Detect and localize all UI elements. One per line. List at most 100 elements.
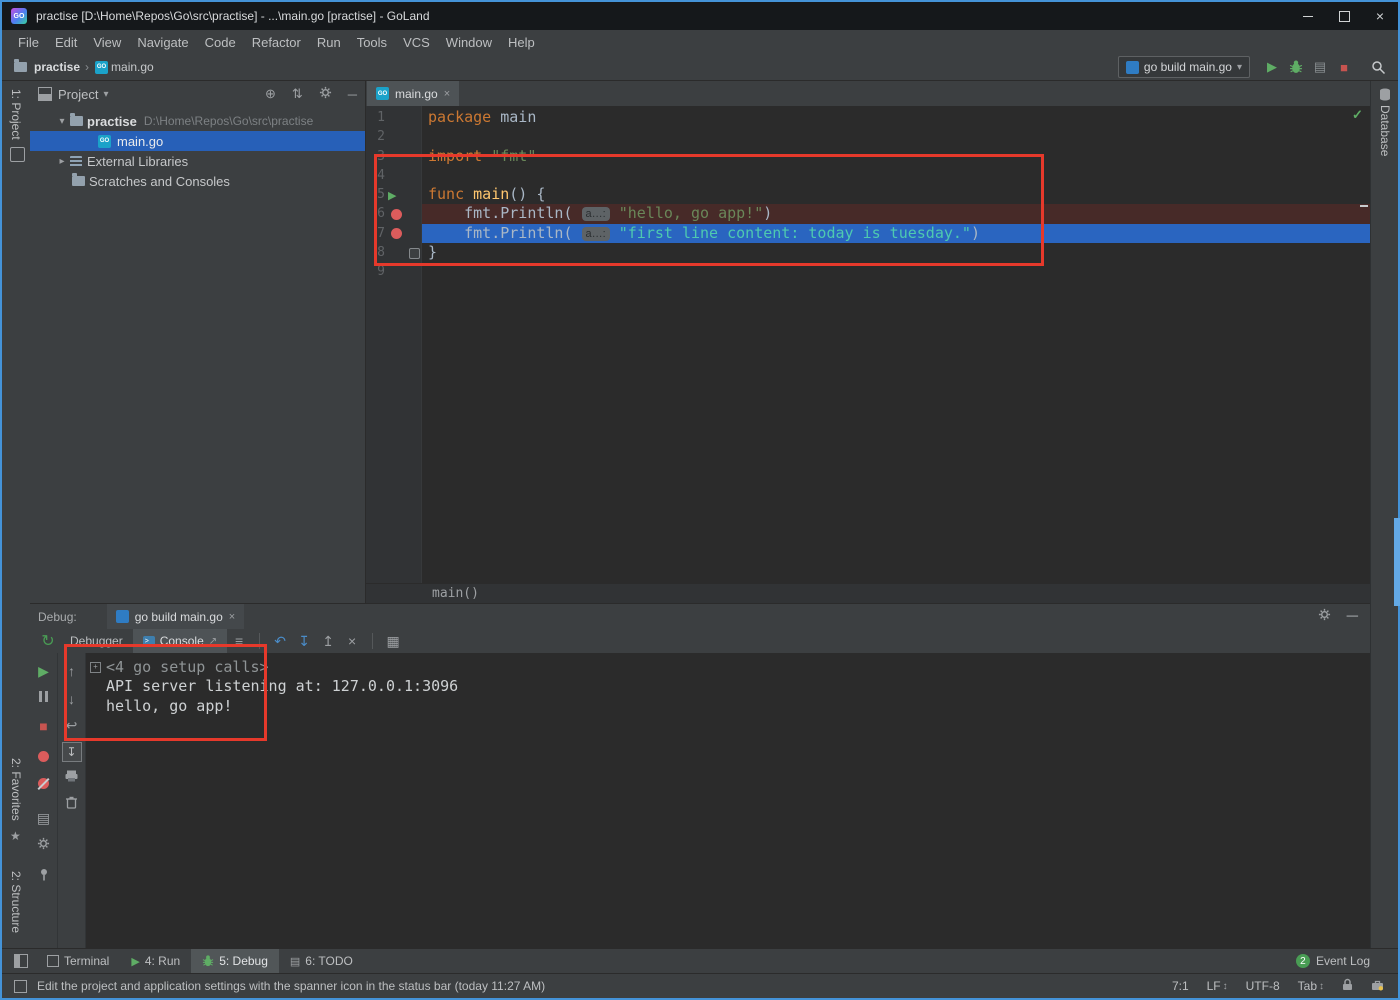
code-line-2[interactable] <box>422 127 1370 146</box>
breadcrumb-file[interactable]: main.go <box>111 60 154 74</box>
inspections-ok-icon[interactable]: ✓ <box>1352 107 1363 123</box>
lock-icon[interactable] <box>1342 978 1353 994</box>
debug-button[interactable] <box>1284 55 1308 79</box>
toolwindow-terminal[interactable]: Terminal <box>36 949 120 973</box>
rerun-icon[interactable]: ↻ <box>36 631 60 651</box>
tree-item-root[interactable]: ▾ practise D:\Home\Repos\Go\src\practise <box>30 111 365 131</box>
menu-help[interactable]: Help <box>500 35 543 50</box>
code-line-6[interactable]: fmt.Println( a…: "hello, go app!") <box>422 204 1370 223</box>
coverage-button[interactable]: ▤ <box>1308 55 1332 79</box>
resume-icon[interactable]: ▶ <box>30 663 57 680</box>
indent-widget[interactable]: Tab ↕ <box>1298 979 1324 993</box>
run-button[interactable]: ▶ <box>1260 55 1284 79</box>
sidebar-item-database[interactable]: Database <box>1378 105 1392 156</box>
chevron-down-icon[interactable]: ▾ <box>103 89 108 100</box>
settings-gear-icon[interactable] <box>30 837 57 850</box>
down-the-stack-icon[interactable]: ↧ <box>292 633 316 650</box>
event-log-button[interactable]: 2 Event Log <box>1296 954 1370 968</box>
breakpoint-icon[interactable] <box>391 228 402 239</box>
breadcrumb-project[interactable]: practise <box>34 60 80 74</box>
close-button[interactable]: × <box>1362 2 1398 30</box>
code-line-3[interactable]: import "fmt" <box>422 147 1370 166</box>
restore-layout-icon[interactable]: ▤ <box>30 810 57 827</box>
close-tab-icon[interactable]: × <box>444 88 450 100</box>
pin-icon[interactable] <box>30 868 57 881</box>
toolwindow-debug[interactable]: 5: Debug <box>191 949 279 973</box>
spanner-icon[interactable] <box>1371 979 1384 994</box>
status-context-icon[interactable] <box>14 980 27 993</box>
sidebar-item-favorites[interactable]: 2: Favorites <box>9 758 23 821</box>
gear-icon[interactable] <box>319 86 332 102</box>
favorites-star-icon[interactable]: ★ <box>10 829 21 843</box>
up-the-stack-icon[interactable]: ↥ <box>316 633 340 650</box>
code-line-4[interactable] <box>422 166 1370 185</box>
menu-view[interactable]: View <box>85 35 129 50</box>
tree-collapse-icon[interactable]: ▾ <box>56 116 68 127</box>
toolbar-separator <box>372 633 373 649</box>
code-line-1[interactable]: package main <box>422 108 1370 127</box>
caret-position-widget[interactable]: 7:1 <box>1172 979 1189 993</box>
pause-icon[interactable] <box>30 691 57 702</box>
menu-refactor[interactable]: Refactor <box>244 35 309 50</box>
breakpoint-icon[interactable] <box>391 209 402 220</box>
menu-code[interactable]: Code <box>197 35 244 50</box>
maximize-button[interactable] <box>1326 2 1362 30</box>
database-icon[interactable] <box>1379 88 1391 101</box>
menu-vcs[interactable]: VCS <box>395 35 438 50</box>
clear-console-icon[interactable] <box>58 796 85 809</box>
tree-item-maingo[interactable]: GO main.go <box>30 131 365 151</box>
project-toolwindow-icon[interactable] <box>10 147 25 162</box>
locate-file-icon[interactable]: ⊕ <box>265 86 276 102</box>
tab-maingo[interactable]: GO main.go × <box>367 81 459 106</box>
hide-panel-icon[interactable]: ─ <box>348 87 357 102</box>
toolwindow-run[interactable]: ▶ 4: Run <box>120 949 191 973</box>
gear-icon[interactable] <box>1318 608 1331 626</box>
menu-tools[interactable]: Tools <box>349 35 395 50</box>
toolwindow-todo[interactable]: ▤ 6: TODO <box>279 949 364 973</box>
encoding-widget[interactable]: UTF-8 <box>1246 979 1280 993</box>
menu-navigate[interactable]: Navigate <box>129 35 196 50</box>
menu-edit[interactable]: Edit <box>47 35 85 50</box>
line-separator-widget[interactable]: LF ↕ <box>1207 979 1228 993</box>
layout-menu-icon[interactable]: ≡ <box>227 633 251 649</box>
code-line-5[interactable]: func main() { <box>422 185 1370 204</box>
menu-run[interactable]: Run <box>309 35 349 50</box>
run-configuration-select[interactable]: go build main.go ▾ <box>1118 56 1250 78</box>
code-line-8[interactable]: } <box>422 243 1370 262</box>
prev-occurrence-icon[interactable]: ↑ <box>58 663 85 679</box>
code-line-9[interactable] <box>422 262 1370 281</box>
tree-item-external-libraries[interactable]: ▸ External Libraries <box>30 151 365 171</box>
layout-grid-icon[interactable]: ▦ <box>381 633 405 650</box>
debug-session-tab[interactable]: go build main.go × <box>107 604 245 629</box>
breadcrumb-main[interactable]: main() <box>432 586 479 601</box>
tree-expand-icon[interactable]: ▸ <box>56 156 68 167</box>
minimize-button[interactable] <box>1290 2 1326 30</box>
search-everywhere-button[interactable] <box>1366 55 1390 79</box>
view-breakpoints-icon[interactable] <box>30 751 57 762</box>
mute-breakpoints-icon[interactable] <box>30 778 57 789</box>
stop-button[interactable]: ■ <box>1332 55 1356 79</box>
sidebar-item-project[interactable]: 1: Project <box>9 89 23 140</box>
tab-debugger[interactable]: Debugger <box>60 629 133 653</box>
menu-window[interactable]: Window <box>438 35 500 50</box>
next-occurrence-icon[interactable]: ↓ <box>58 691 85 707</box>
project-panel-title[interactable]: Project <box>58 87 98 102</box>
code-line-7[interactable]: fmt.Println( a…: "first line content: to… <box>422 224 1370 243</box>
soft-wrap-icon[interactable]: ↩ <box>58 717 85 734</box>
fold-expand-icon[interactable]: + <box>90 662 101 673</box>
restore-layout-icon[interactable]: ↶ <box>268 633 292 650</box>
scroll-to-end-icon[interactable]: ↧ <box>58 742 85 762</box>
expand-collapse-icon[interactable]: ⇅ <box>292 86 303 102</box>
stop-icon[interactable]: ■ <box>30 718 57 734</box>
clear-icon[interactable]: × <box>340 633 364 649</box>
sidebar-item-structure[interactable]: 2: Structure <box>9 871 23 933</box>
tab-console[interactable]: >_ Console ↗ <box>133 629 227 653</box>
hide-panel-icon[interactable]: ─ <box>1347 608 1358 626</box>
tree-item-scratches[interactable]: Scratches and Consoles <box>30 171 365 191</box>
toolwindow-switcher-icon[interactable] <box>14 954 28 968</box>
menu-file[interactable]: File <box>10 35 47 50</box>
close-session-icon[interactable]: × <box>229 611 235 623</box>
run-gutter-icon[interactable]: ▶ <box>388 189 396 202</box>
debug-console-output[interactable]: + <4 go setup calls> API server listenin… <box>86 653 1370 948</box>
print-icon[interactable] <box>58 770 85 782</box>
